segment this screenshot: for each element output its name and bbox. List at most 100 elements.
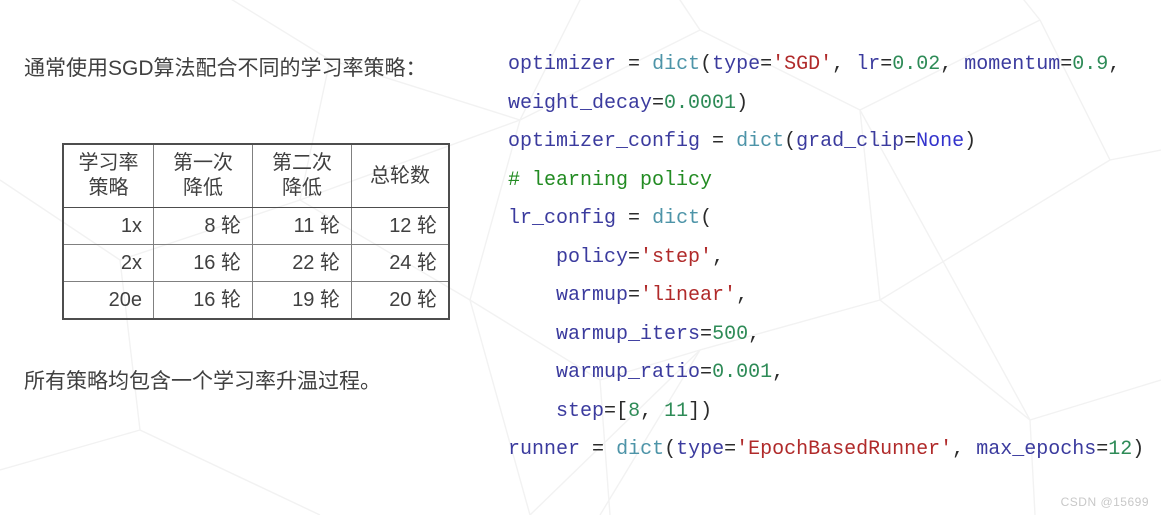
- code-token-name: type: [712, 53, 761, 76]
- cell-total-epochs: 20 轮: [351, 281, 450, 320]
- table-head: 学习率 策略 第一次 降低 第二次 降低 总轮数: [62, 143, 450, 208]
- code-token-punct: ,: [940, 53, 953, 76]
- code-line: warmup_ratio=0.001,: [508, 354, 1158, 393]
- column-header-second-drop: 第二次 降低: [252, 143, 352, 208]
- code-token-name: warmup_iters: [556, 322, 701, 346]
- code-token-punct: ,: [1108, 53, 1121, 76]
- cell-first-drop: 8 轮: [153, 207, 253, 245]
- column-header-total-epochs-line1: 总轮数: [370, 164, 430, 187]
- code-line: weight_decay=0.0001): [508, 85, 1158, 124]
- column-header-first-drop-line2: 降低: [183, 177, 223, 199]
- code-token-punct: ,: [712, 245, 725, 269]
- code-token-name: max_epochs: [976, 438, 1097, 461]
- code-token-name: lr_config: [508, 207, 617, 230]
- code-token-name: warmup: [556, 284, 629, 307]
- cell-total-epochs: 12 轮: [351, 207, 450, 245]
- code-token-name: momentum: [964, 53, 1061, 76]
- code-line: # learning policy: [508, 162, 1158, 201]
- code-token-kw: None: [916, 130, 965, 153]
- code-token-op: =: [628, 245, 641, 269]
- code-token-punct: ,: [736, 284, 749, 307]
- code-line: step=[8, 11]): [508, 393, 1158, 432]
- code-token-punct: ,: [952, 438, 965, 461]
- code-token-num: 12: [1108, 438, 1133, 461]
- code-token-func: dict: [652, 207, 701, 230]
- code-token-num: 8: [628, 399, 641, 423]
- code-token-op: =: [628, 207, 641, 230]
- code-token-name: policy: [556, 245, 629, 269]
- code-token-punct: ,: [832, 53, 845, 76]
- column-header-first-drop-line1: 第一次: [173, 152, 233, 174]
- cell-policy: 2x: [62, 244, 154, 282]
- column-header-policy-line2: 策略: [88, 177, 129, 199]
- code-token-punct: (: [700, 53, 713, 76]
- code-token-op: =: [628, 284, 641, 307]
- cell-policy: 20e: [62, 281, 154, 320]
- page-heading: 通常使用SGD算法配合不同的学习率策略：: [24, 57, 427, 80]
- code-token-op: =: [1060, 53, 1073, 76]
- code-token-str: 'SGD': [772, 53, 833, 76]
- column-header-policy-line1: 学习率: [78, 152, 139, 174]
- code-line: warmup_iters=500,: [508, 316, 1158, 355]
- code-token-op: =: [712, 130, 725, 153]
- code-token-name: weight_decay: [508, 91, 653, 115]
- code-token-punct: ]): [688, 399, 713, 423]
- code-token-punct: (: [664, 438, 677, 461]
- python-code-block: optimizer = dict(type='SGD', lr=0.02, mo…: [508, 46, 1158, 470]
- code-token-punct: ,: [640, 399, 653, 423]
- code-token-name: grad_clip: [796, 130, 905, 153]
- code-token-func: dict: [736, 130, 785, 153]
- column-header-second-drop-line1: 第二次: [272, 152, 332, 174]
- code-line: warmup='linear',: [508, 277, 1158, 316]
- watermark-label: CSDN @15699: [1060, 495, 1149, 509]
- left-content-column: 通常使用SGD算法配合不同的学习率策略： 学习率 策略 第一次 降低 第二次 降…: [22, 0, 492, 515]
- code-token-name: optimizer_config: [508, 130, 701, 153]
- code-token-op: =: [628, 53, 641, 76]
- code-line: optimizer = dict(type='SGD', lr=0.02, mo…: [508, 46, 1158, 85]
- code-token-punct: (: [784, 130, 797, 153]
- code-token-op: =: [652, 91, 665, 115]
- code-token-func: dict: [652, 53, 701, 76]
- code-token-str: 'step': [640, 245, 713, 269]
- code-token-punct: ): [1132, 438, 1145, 461]
- code-token-punct: [: [616, 399, 629, 423]
- code-token-num: 0.0001: [664, 91, 737, 115]
- table-header-row: 学习率 策略 第一次 降低 第二次 降低 总轮数: [62, 143, 450, 208]
- code-token-num: 0.001: [712, 361, 773, 384]
- code-token-punct: ,: [748, 322, 761, 346]
- cell-first-drop: 16 轮: [153, 281, 253, 320]
- column-header-policy: 学习率 策略: [62, 143, 154, 208]
- code-line: runner = dict(type='EpochBasedRunner', m…: [508, 431, 1158, 470]
- code-token-op: =: [700, 361, 713, 384]
- code-token-name: step: [556, 399, 605, 423]
- table-row: 20e 16 轮 19 轮 20 轮: [62, 281, 450, 320]
- code-token-punct: (: [700, 207, 713, 230]
- cell-second-drop: 11 轮: [252, 207, 352, 245]
- code-token-num: 0.9: [1072, 53, 1109, 76]
- column-header-second-drop-line2: 降低: [282, 177, 322, 199]
- code-token-punct: ,: [772, 361, 785, 384]
- table-body: 1x 8 轮 11 轮 12 轮 2x 16 轮 22 轮 24 轮 20e 1…: [62, 207, 450, 320]
- code-token-op: =: [700, 322, 713, 346]
- code-token-name: optimizer: [508, 53, 617, 76]
- cell-second-drop: 22 轮: [252, 244, 352, 282]
- code-token-name: runner: [508, 438, 581, 461]
- lr-schedule-table: 学习率 策略 第一次 降低 第二次 降低 总轮数 1x 8 轮 11 轮 12 …: [62, 143, 450, 320]
- table-row: 2x 16 轮 22 轮 24 轮: [62, 244, 450, 282]
- cell-second-drop: 19 轮: [252, 281, 352, 320]
- code-token-op: =: [592, 438, 605, 461]
- code-token-punct: ): [964, 130, 977, 153]
- code-token-op: =: [604, 399, 617, 423]
- code-token-num: 11: [664, 399, 689, 423]
- code-token-comment: # learning policy: [508, 168, 713, 192]
